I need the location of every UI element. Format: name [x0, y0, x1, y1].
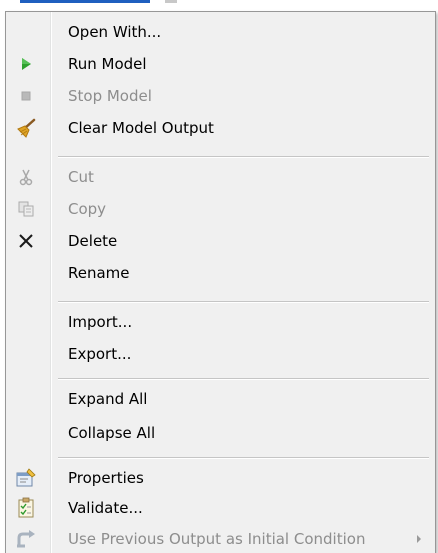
- context-menu: Open With... Run Model Stop Model Clear …: [5, 11, 436, 553]
- copy-icon: [14, 197, 38, 221]
- properties-icon: [14, 466, 38, 490]
- reuse-arrow-icon: [14, 527, 38, 551]
- menu-item-import[interactable]: Import...: [8, 306, 433, 338]
- checklist-icon: [14, 496, 38, 520]
- menu-item-label: Validate...: [68, 499, 143, 517]
- menu-item-label: Use Previous Output as Initial Condition: [68, 530, 366, 548]
- menu-item-export[interactable]: Export...: [8, 338, 433, 370]
- menu-item-label: Cut: [68, 168, 94, 186]
- menu-item-properties[interactable]: Properties: [8, 462, 433, 494]
- menu-item-label: Collapse All: [68, 424, 156, 442]
- menu-separator: [58, 378, 429, 380]
- menu-item-label: Run Model: [68, 55, 147, 73]
- menu-item-open-with[interactable]: Open With...: [8, 16, 433, 48]
- menu-item-label: Rename: [68, 264, 130, 282]
- play-icon: [14, 52, 38, 76]
- menu-item-label: Properties: [68, 469, 144, 487]
- background-text-fragment: [165, 0, 177, 3]
- delete-x-icon: [14, 229, 38, 253]
- menu-item-label: Export...: [68, 345, 132, 363]
- menu-item-rename[interactable]: Rename: [8, 257, 433, 289]
- menu-separator: [58, 457, 429, 459]
- menu-item-collapse-all[interactable]: Collapse All: [8, 417, 433, 449]
- stop-icon: [14, 84, 38, 108]
- menu-item-copy[interactable]: Copy: [8, 193, 433, 225]
- menu-item-run-model[interactable]: Run Model: [8, 48, 433, 80]
- menu-item-cut[interactable]: Cut: [8, 161, 433, 193]
- broom-icon: [14, 116, 38, 140]
- submenu-arrow-icon: [417, 535, 421, 543]
- menu-item-label: Open With...: [68, 23, 162, 41]
- menu-item-use-previous-output[interactable]: Use Previous Output as Initial Condition: [8, 523, 433, 553]
- menu-item-label: Copy: [68, 200, 107, 218]
- menu-item-label: Delete: [68, 232, 118, 250]
- menu-item-clear-model-output[interactable]: Clear Model Output: [8, 112, 433, 144]
- menu-item-validate[interactable]: Validate...: [8, 492, 433, 524]
- menu-item-label: Expand All: [68, 390, 148, 408]
- menu-item-label: Stop Model: [68, 87, 152, 105]
- scissors-icon: [14, 165, 38, 189]
- menu-item-stop-model[interactable]: Stop Model: [8, 80, 433, 112]
- menu-item-delete[interactable]: Delete: [8, 225, 433, 257]
- menu-item-label: Import...: [68, 313, 133, 331]
- menu-separator: [58, 301, 429, 303]
- menu-item-expand-all[interactable]: Expand All: [8, 383, 433, 415]
- menu-item-label: Clear Model Output: [68, 119, 214, 137]
- menu-separator: [58, 156, 429, 158]
- background-selection-fragment: [20, 0, 150, 3]
